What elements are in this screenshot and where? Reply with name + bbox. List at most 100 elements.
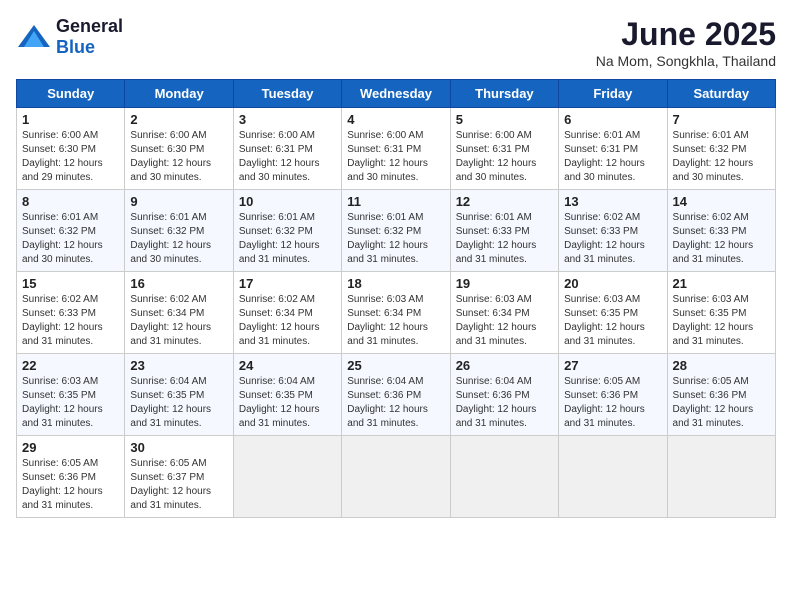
table-row: 27 Sunrise: 6:05 AMSunset: 6:36 PMDaylig… (559, 354, 667, 436)
table-row: 11 Sunrise: 6:01 AMSunset: 6:32 PMDaylig… (342, 190, 450, 272)
day-info: Sunrise: 6:04 AMSunset: 6:35 PMDaylight:… (130, 376, 211, 429)
table-row: 3 Sunrise: 6:00 AMSunset: 6:31 PMDayligh… (233, 108, 341, 190)
table-row: 12 Sunrise: 6:01 AMSunset: 6:33 PMDaylig… (450, 190, 558, 272)
day-info: Sunrise: 6:00 AMSunset: 6:30 PMDaylight:… (130, 130, 211, 183)
table-row: 19 Sunrise: 6:03 AMSunset: 6:34 PMDaylig… (450, 272, 558, 354)
day-info: Sunrise: 6:05 AMSunset: 6:37 PMDaylight:… (130, 458, 211, 511)
day-number: 1 (22, 112, 119, 127)
table-row (667, 436, 775, 518)
day-info: Sunrise: 6:05 AMSunset: 6:36 PMDaylight:… (673, 376, 754, 429)
day-info: Sunrise: 6:01 AMSunset: 6:32 PMDaylight:… (347, 212, 428, 265)
logo-icon (16, 23, 52, 51)
day-info: Sunrise: 6:04 AMSunset: 6:36 PMDaylight:… (347, 376, 428, 429)
table-row: 22 Sunrise: 6:03 AMSunset: 6:35 PMDaylig… (17, 354, 125, 436)
table-row: 8 Sunrise: 6:01 AMSunset: 6:32 PMDayligh… (17, 190, 125, 272)
logo-blue-text: Blue (56, 37, 95, 57)
col-friday: Friday (559, 80, 667, 108)
table-row: 29 Sunrise: 6:05 AMSunset: 6:36 PMDaylig… (17, 436, 125, 518)
calendar-header-row: Sunday Monday Tuesday Wednesday Thursday… (17, 80, 776, 108)
day-info: Sunrise: 6:00 AMSunset: 6:30 PMDaylight:… (22, 130, 103, 183)
day-number: 20 (564, 276, 661, 291)
table-row (450, 436, 558, 518)
day-number: 3 (239, 112, 336, 127)
day-number: 14 (673, 194, 770, 209)
day-number: 6 (564, 112, 661, 127)
calendar-subtitle: Na Mom, Songkhla, Thailand (596, 53, 776, 69)
day-number: 13 (564, 194, 661, 209)
table-row (559, 436, 667, 518)
day-number: 7 (673, 112, 770, 127)
day-number: 19 (456, 276, 553, 291)
day-info: Sunrise: 6:01 AMSunset: 6:32 PMDaylight:… (22, 212, 103, 265)
calendar-title: June 2025 (596, 16, 776, 53)
day-info: Sunrise: 6:01 AMSunset: 6:31 PMDaylight:… (564, 130, 645, 183)
day-number: 11 (347, 194, 444, 209)
table-row: 7 Sunrise: 6:01 AMSunset: 6:32 PMDayligh… (667, 108, 775, 190)
table-row: 21 Sunrise: 6:03 AMSunset: 6:35 PMDaylig… (667, 272, 775, 354)
calendar-week-1: 1 Sunrise: 6:00 AMSunset: 6:30 PMDayligh… (17, 108, 776, 190)
day-number: 25 (347, 358, 444, 373)
day-info: Sunrise: 6:02 AMSunset: 6:33 PMDaylight:… (564, 212, 645, 265)
day-number: 30 (130, 440, 227, 455)
table-row: 10 Sunrise: 6:01 AMSunset: 6:32 PMDaylig… (233, 190, 341, 272)
table-row: 23 Sunrise: 6:04 AMSunset: 6:35 PMDaylig… (125, 354, 233, 436)
day-info: Sunrise: 6:01 AMSunset: 6:32 PMDaylight:… (130, 212, 211, 265)
day-info: Sunrise: 6:05 AMSunset: 6:36 PMDaylight:… (564, 376, 645, 429)
table-row: 17 Sunrise: 6:02 AMSunset: 6:34 PMDaylig… (233, 272, 341, 354)
day-info: Sunrise: 6:03 AMSunset: 6:35 PMDaylight:… (673, 294, 754, 347)
calendar-week-3: 15 Sunrise: 6:02 AMSunset: 6:33 PMDaylig… (17, 272, 776, 354)
day-info: Sunrise: 6:02 AMSunset: 6:34 PMDaylight:… (239, 294, 320, 347)
day-number: 4 (347, 112, 444, 127)
day-info: Sunrise: 6:02 AMSunset: 6:33 PMDaylight:… (22, 294, 103, 347)
table-row: 28 Sunrise: 6:05 AMSunset: 6:36 PMDaylig… (667, 354, 775, 436)
table-row: 4 Sunrise: 6:00 AMSunset: 6:31 PMDayligh… (342, 108, 450, 190)
table-row (233, 436, 341, 518)
day-number: 28 (673, 358, 770, 373)
day-info: Sunrise: 6:03 AMSunset: 6:34 PMDaylight:… (456, 294, 537, 347)
day-number: 21 (673, 276, 770, 291)
day-info: Sunrise: 6:05 AMSunset: 6:36 PMDaylight:… (22, 458, 103, 511)
table-row: 18 Sunrise: 6:03 AMSunset: 6:34 PMDaylig… (342, 272, 450, 354)
day-number: 29 (22, 440, 119, 455)
day-info: Sunrise: 6:00 AMSunset: 6:31 PMDaylight:… (347, 130, 428, 183)
day-info: Sunrise: 6:02 AMSunset: 6:34 PMDaylight:… (130, 294, 211, 347)
table-row: 6 Sunrise: 6:01 AMSunset: 6:31 PMDayligh… (559, 108, 667, 190)
table-row: 9 Sunrise: 6:01 AMSunset: 6:32 PMDayligh… (125, 190, 233, 272)
calendar-week-2: 8 Sunrise: 6:01 AMSunset: 6:32 PMDayligh… (17, 190, 776, 272)
day-info: Sunrise: 6:03 AMSunset: 6:34 PMDaylight:… (347, 294, 428, 347)
col-thursday: Thursday (450, 80, 558, 108)
calendar-table: Sunday Monday Tuesday Wednesday Thursday… (16, 79, 776, 518)
table-row: 13 Sunrise: 6:02 AMSunset: 6:33 PMDaylig… (559, 190, 667, 272)
table-row: 15 Sunrise: 6:02 AMSunset: 6:33 PMDaylig… (17, 272, 125, 354)
day-number: 24 (239, 358, 336, 373)
day-number: 17 (239, 276, 336, 291)
day-number: 16 (130, 276, 227, 291)
logo: General Blue (16, 16, 123, 58)
day-number: 22 (22, 358, 119, 373)
col-tuesday: Tuesday (233, 80, 341, 108)
day-info: Sunrise: 6:03 AMSunset: 6:35 PMDaylight:… (564, 294, 645, 347)
day-number: 10 (239, 194, 336, 209)
day-info: Sunrise: 6:01 AMSunset: 6:33 PMDaylight:… (456, 212, 537, 265)
day-info: Sunrise: 6:01 AMSunset: 6:32 PMDaylight:… (673, 130, 754, 183)
table-row: 30 Sunrise: 6:05 AMSunset: 6:37 PMDaylig… (125, 436, 233, 518)
calendar-week-4: 22 Sunrise: 6:03 AMSunset: 6:35 PMDaylig… (17, 354, 776, 436)
day-info: Sunrise: 6:02 AMSunset: 6:33 PMDaylight:… (673, 212, 754, 265)
day-info: Sunrise: 6:01 AMSunset: 6:32 PMDaylight:… (239, 212, 320, 265)
col-sunday: Sunday (17, 80, 125, 108)
logo-general-text: General (56, 16, 123, 36)
col-saturday: Saturday (667, 80, 775, 108)
title-area: June 2025 Na Mom, Songkhla, Thailand (596, 16, 776, 69)
day-number: 23 (130, 358, 227, 373)
table-row: 5 Sunrise: 6:00 AMSunset: 6:31 PMDayligh… (450, 108, 558, 190)
day-number: 27 (564, 358, 661, 373)
table-row (342, 436, 450, 518)
col-wednesday: Wednesday (342, 80, 450, 108)
day-info: Sunrise: 6:04 AMSunset: 6:35 PMDaylight:… (239, 376, 320, 429)
day-number: 15 (22, 276, 119, 291)
table-row: 25 Sunrise: 6:04 AMSunset: 6:36 PMDaylig… (342, 354, 450, 436)
day-number: 18 (347, 276, 444, 291)
day-info: Sunrise: 6:00 AMSunset: 6:31 PMDaylight:… (239, 130, 320, 183)
table-row: 20 Sunrise: 6:03 AMSunset: 6:35 PMDaylig… (559, 272, 667, 354)
day-number: 12 (456, 194, 553, 209)
